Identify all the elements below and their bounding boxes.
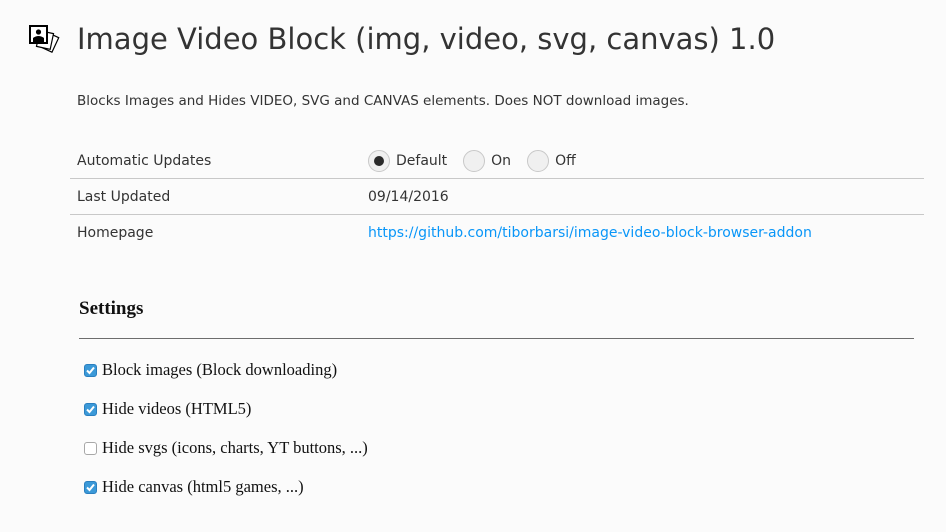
auto-updates-row: Automatic Updates Default On Off xyxy=(70,143,924,179)
setting-checkbox[interactable] xyxy=(84,480,97,494)
page-title: Image Video Block (img, video, svg, canv… xyxy=(77,22,776,56)
setting-checkbox[interactable] xyxy=(84,363,97,377)
homepage-label: Homepage xyxy=(70,214,361,250)
setting-option[interactable]: Hide svgs (icons, charts, YT buttons, ..… xyxy=(84,438,368,458)
auto-updates-radio-group: Default On Off xyxy=(368,149,917,172)
auto-updates-label: Automatic Updates xyxy=(77,152,212,169)
setting-label: Hide videos (HTML5) xyxy=(102,399,252,418)
radio-default-label[interactable]: Default xyxy=(396,153,447,169)
addon-icon xyxy=(28,22,62,56)
homepage-link[interactable]: https://github.com/tiborbarsi/image-vide… xyxy=(368,225,812,241)
checkmark-icon xyxy=(86,366,95,374)
checkmark-icon xyxy=(86,483,95,491)
checkmark-icon xyxy=(86,405,95,413)
addon-details-table: Automatic Updates Default On Off Last Up… xyxy=(70,143,924,250)
setting-label: Hide svgs (icons, charts, YT buttons, ..… xyxy=(102,438,368,457)
radio-default[interactable] xyxy=(368,149,390,172)
setting-option[interactable]: Hide canvas (html5 games, ...) xyxy=(84,477,304,497)
homepage-row: Homepage https://github.com/tiborbarsi/i… xyxy=(70,214,924,250)
last-updated-label: Last Updated xyxy=(70,178,361,215)
addon-description: Blocks Images and Hides VIDEO, SVG and C… xyxy=(77,93,689,109)
radio-on[interactable] xyxy=(463,149,486,172)
setting-option[interactable]: Block images (Block downloading) xyxy=(84,360,337,380)
last-updated-value: 09/14/2016 xyxy=(361,178,924,215)
radio-on-label[interactable]: On xyxy=(491,153,511,169)
setting-checkbox[interactable] xyxy=(84,441,97,455)
last-updated-row: Last Updated 09/14/2016 xyxy=(70,178,924,215)
settings-divider xyxy=(79,338,914,339)
setting-option[interactable]: Hide videos (HTML5) xyxy=(84,399,251,419)
radio-off-label[interactable]: Off xyxy=(555,153,576,169)
setting-label: Block images (Block downloading) xyxy=(102,360,338,379)
radio-off[interactable] xyxy=(527,149,550,172)
settings-heading: Settings xyxy=(79,298,144,319)
setting-checkbox[interactable] xyxy=(84,402,97,416)
setting-label: Hide canvas (html5 games, ...) xyxy=(102,477,304,496)
